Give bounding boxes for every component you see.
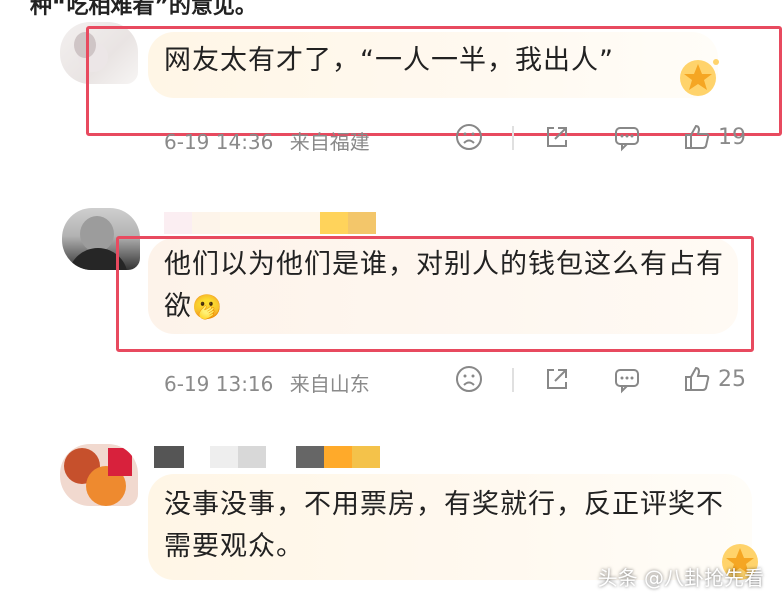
like-button[interactable]: 25 (682, 364, 746, 394)
username-mosaic (164, 212, 376, 234)
comment-actions: 25 (454, 364, 774, 394)
previous-text-fragment: 种“吃相难看”的意见。 (30, 0, 257, 19)
comment-icon (615, 369, 639, 394)
comment-text: 没事没事，不用票房，有奖就行，反正评奖不需要观众。 (164, 489, 724, 562)
frown-icon (456, 124, 482, 150)
highlight-box (116, 236, 754, 352)
avatar[interactable] (60, 444, 138, 506)
highlight-box (86, 26, 782, 136)
comment-meta: 6-19 13:16 来自山东 (164, 368, 370, 397)
share-icon (547, 369, 567, 389)
share-icon (547, 127, 567, 147)
like-count: 25 (718, 366, 746, 392)
like-button[interactable]: 19 (682, 122, 746, 152)
dislike-button[interactable] (454, 364, 484, 394)
comment-location: 来自福建 (289, 130, 370, 154)
share-button[interactable] (542, 122, 572, 152)
comment-date: 6-19 14:36 (164, 130, 274, 154)
comment-actions: 19 (454, 122, 774, 152)
comment-meta: 6-19 14:36 来自福建 (164, 126, 370, 155)
frown-icon (456, 366, 482, 392)
watermark: 头条 @八卦抢先看 (597, 566, 764, 590)
divider (512, 126, 514, 150)
thumbs-up-icon (685, 366, 710, 391)
dislike-button[interactable] (454, 122, 484, 152)
comment-date: 6-19 13:16 (164, 372, 274, 396)
reply-button[interactable] (612, 122, 642, 152)
divider (512, 368, 514, 392)
username-mosaic (154, 446, 380, 468)
thumbs-up-icon (685, 124, 710, 149)
like-count: 19 (718, 124, 746, 150)
share-button[interactable] (542, 364, 572, 394)
reply-button[interactable] (612, 364, 642, 394)
comment-icon (615, 127, 639, 152)
comment-location: 来自山东 (289, 372, 370, 396)
